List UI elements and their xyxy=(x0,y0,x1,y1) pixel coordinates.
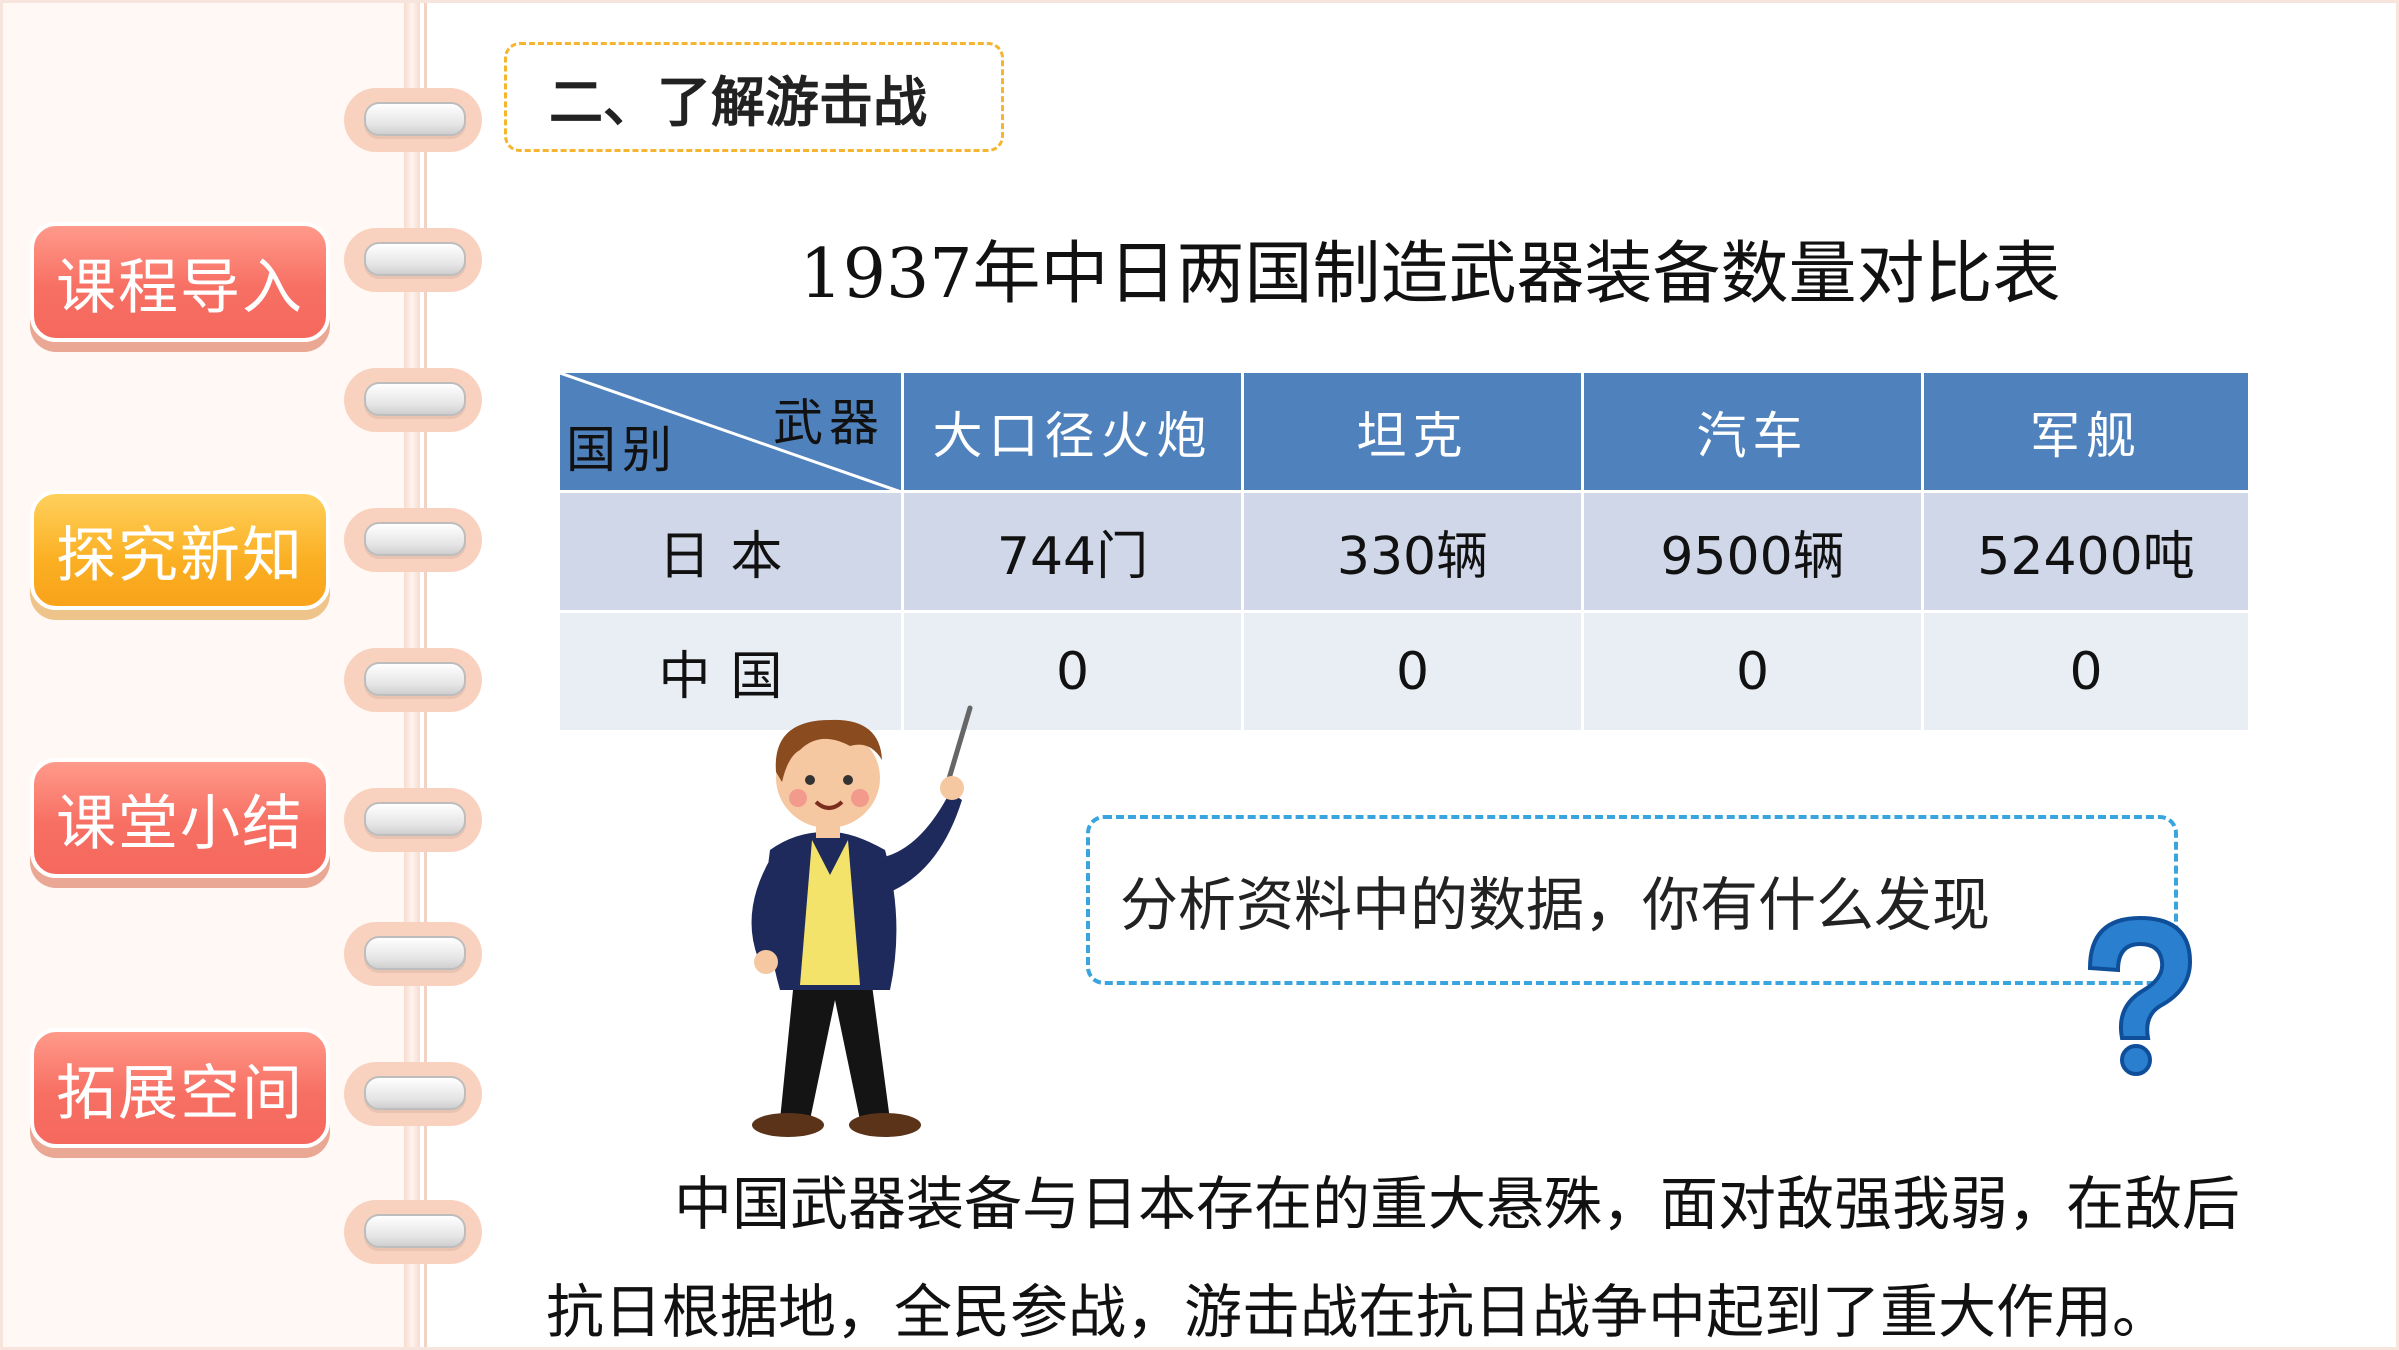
teacher-pointer-illustration xyxy=(751,705,973,1137)
nav-explore-button[interactable]: 探究新知 xyxy=(30,490,330,610)
nav-summary-button[interactable]: 课堂小结 xyxy=(30,758,330,878)
corner-label-country: 国别 xyxy=(566,421,678,479)
binder-ring xyxy=(344,922,482,986)
table-row: 日本 744门 330辆 9500辆 52400吨 xyxy=(560,493,2248,613)
question-prompt-box: 分析资料中的数据，你有什么发现 xyxy=(1086,815,2178,985)
summary-paragraph: 中国武器装备与日本存在的重大悬殊，面对敌强我弱，在敌后抗日根据地，全民参战，游击… xyxy=(546,1170,2241,1346)
binder-ring xyxy=(344,1062,482,1126)
table-cell: 0 xyxy=(1244,613,1584,733)
table-cell: 330辆 xyxy=(1244,493,1584,613)
nav-extension-button[interactable]: 拓展空间 xyxy=(30,1028,330,1148)
corner-label-weapon: 武器 xyxy=(773,394,885,452)
table-cell: 744门 xyxy=(904,493,1244,613)
question-text: 分析资料中的数据，你有什么发现 xyxy=(1120,871,1991,939)
question-mark-icon xyxy=(2087,915,2193,1076)
comparison-table: 武器 国别 大口径火炮 坦克 汽车 军舰 日本 744门 330辆 9500辆 … xyxy=(560,373,2248,733)
table-corner-cell: 武器 国别 xyxy=(560,373,904,493)
table-header-cell: 大口径火炮 xyxy=(904,373,1244,493)
binder-ring xyxy=(344,508,482,572)
binder-ring xyxy=(344,788,482,852)
binder-ring xyxy=(344,88,482,152)
table-header-cell: 汽车 xyxy=(1584,373,1924,493)
table-cell: 9500辆 xyxy=(1584,493,1924,613)
table-cell: 52400吨 xyxy=(1924,493,2248,613)
section-title: 二、了解游击战 xyxy=(504,42,1004,152)
table-country-cell: 日本 xyxy=(560,493,904,613)
nav-course-intro-button[interactable]: 课程导入 xyxy=(30,222,330,342)
binder-ring xyxy=(344,368,482,432)
binder-ring xyxy=(344,228,482,292)
table-cell: 0 xyxy=(1584,613,1924,733)
table-cell: 0 xyxy=(1924,613,2248,733)
table-header-row: 武器 国别 大口径火炮 坦克 汽车 军舰 xyxy=(560,373,2248,493)
table-header-cell: 坦克 xyxy=(1244,373,1584,493)
table-title: 1937年中日两国制造武器装备数量对比表 xyxy=(799,235,2061,314)
binder-ring xyxy=(344,1200,482,1264)
binder-ring xyxy=(344,648,482,712)
table-header-cell: 军舰 xyxy=(1924,373,2248,493)
